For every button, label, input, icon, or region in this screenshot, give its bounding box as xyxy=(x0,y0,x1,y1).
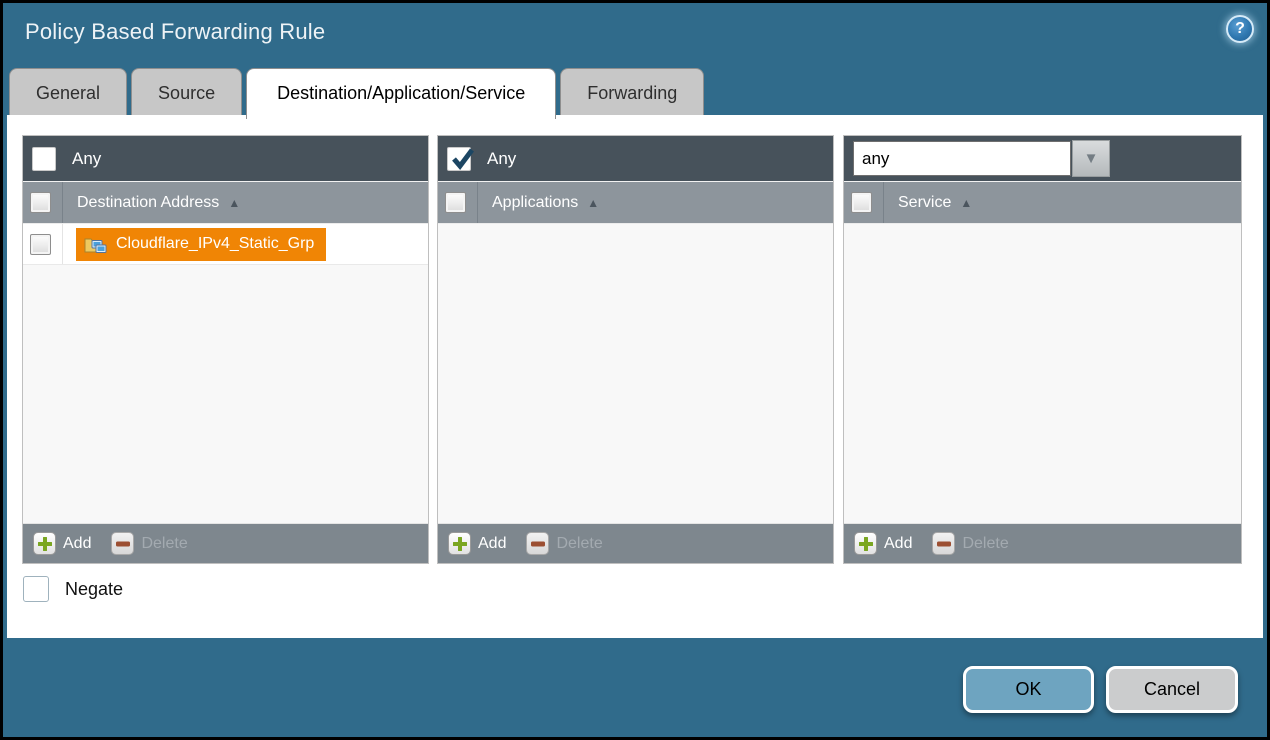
add-icon[interactable] xyxy=(33,532,56,555)
tab-forwarding[interactable]: Forwarding xyxy=(560,68,704,118)
destination-address-header-label[interactable]: Destination Address xyxy=(77,194,219,212)
chevron-down-icon[interactable]: ▼ xyxy=(1072,140,1110,177)
column-divider xyxy=(883,182,884,223)
tab-general[interactable]: General xyxy=(9,68,127,118)
service-select-all-checkbox[interactable] xyxy=(851,192,872,213)
applications-header-label[interactable]: Applications xyxy=(492,194,578,212)
ok-button[interactable]: OK xyxy=(963,666,1094,713)
checkmark-icon xyxy=(449,145,476,172)
service-dropdown: any ▼ xyxy=(853,140,1110,177)
applications-column-header: Applications ▲ xyxy=(438,182,833,224)
destination-address-item[interactable]: Cloudflare_IPv4_Static_Grp xyxy=(76,228,326,261)
destination-toolbar: Add Delete xyxy=(23,523,428,563)
dropdown-arrow-glyph: ▼ xyxy=(1084,150,1099,167)
applications-column: Any Applications ▲ Add Delete xyxy=(437,135,834,564)
add-button[interactable]: Add xyxy=(63,535,91,553)
destination-any-header: Any xyxy=(23,136,428,182)
tab-bar: General Source Destination/Application/S… xyxy=(9,68,704,118)
negate-label: Negate xyxy=(65,579,123,600)
add-button[interactable]: Add xyxy=(884,535,912,553)
sort-ascending-icon: ▲ xyxy=(960,196,972,210)
destination-address-item-label: Cloudflare_IPv4_Static_Grp xyxy=(116,235,314,253)
tab-content-panel: Any Destination Address ▲ xyxy=(7,115,1263,638)
delete-button[interactable]: Delete xyxy=(962,535,1008,553)
delete-button[interactable]: Delete xyxy=(141,535,187,553)
row-divider xyxy=(62,224,63,264)
delete-button[interactable]: Delete xyxy=(556,535,602,553)
tab-destination-application-service[interactable]: Destination/Application/Service xyxy=(246,68,556,119)
column-divider xyxy=(477,182,478,223)
service-toolbar: Add Delete xyxy=(844,523,1241,563)
applications-select-all-checkbox[interactable] xyxy=(445,192,466,213)
service-dropdown-value[interactable]: any xyxy=(853,141,1071,176)
dialog-title: Policy Based Forwarding Rule xyxy=(25,19,325,45)
applications-any-checkbox[interactable] xyxy=(447,147,471,171)
column-divider xyxy=(62,182,63,223)
cancel-button[interactable]: Cancel xyxy=(1106,666,1238,713)
applications-any-header: Any xyxy=(438,136,833,182)
service-column-header: Service ▲ xyxy=(844,182,1241,224)
add-icon[interactable] xyxy=(448,532,471,555)
destination-any-label: Any xyxy=(72,149,101,169)
destination-address-column-header: Destination Address ▲ xyxy=(23,182,428,224)
service-dropdown-header: any ▼ xyxy=(844,136,1241,182)
sort-ascending-icon: ▲ xyxy=(228,196,240,210)
service-header-label[interactable]: Service xyxy=(898,194,951,212)
row-checkbox[interactable] xyxy=(30,234,51,255)
destination-address-list: Cloudflare_IPv4_Static_Grp xyxy=(23,224,428,523)
service-column: any ▼ Service ▲ Add xyxy=(843,135,1242,564)
tab-source[interactable]: Source xyxy=(131,68,242,118)
negate-option: Negate xyxy=(23,576,123,602)
help-icon[interactable]: ? xyxy=(1226,15,1254,43)
applications-list xyxy=(438,224,833,523)
destination-any-checkbox[interactable] xyxy=(32,147,56,171)
applications-toolbar: Add Delete xyxy=(438,523,833,563)
service-list xyxy=(844,224,1241,523)
applications-any-label: Any xyxy=(487,149,516,169)
address-group-icon xyxy=(84,235,107,254)
destination-address-column: Any Destination Address ▲ xyxy=(22,135,429,564)
add-icon[interactable] xyxy=(854,532,877,555)
delete-icon[interactable] xyxy=(932,532,955,555)
delete-icon[interactable] xyxy=(526,532,549,555)
pbf-rule-dialog: Policy Based Forwarding Rule ? General S… xyxy=(3,3,1267,737)
sort-ascending-icon: ▲ xyxy=(587,196,599,210)
destination-select-all-checkbox[interactable] xyxy=(30,192,51,213)
help-icon-glyph: ? xyxy=(1235,20,1245,38)
negate-checkbox[interactable] xyxy=(23,576,49,602)
table-row: Cloudflare_IPv4_Static_Grp xyxy=(23,224,428,265)
delete-icon[interactable] xyxy=(111,532,134,555)
add-button[interactable]: Add xyxy=(478,535,506,553)
